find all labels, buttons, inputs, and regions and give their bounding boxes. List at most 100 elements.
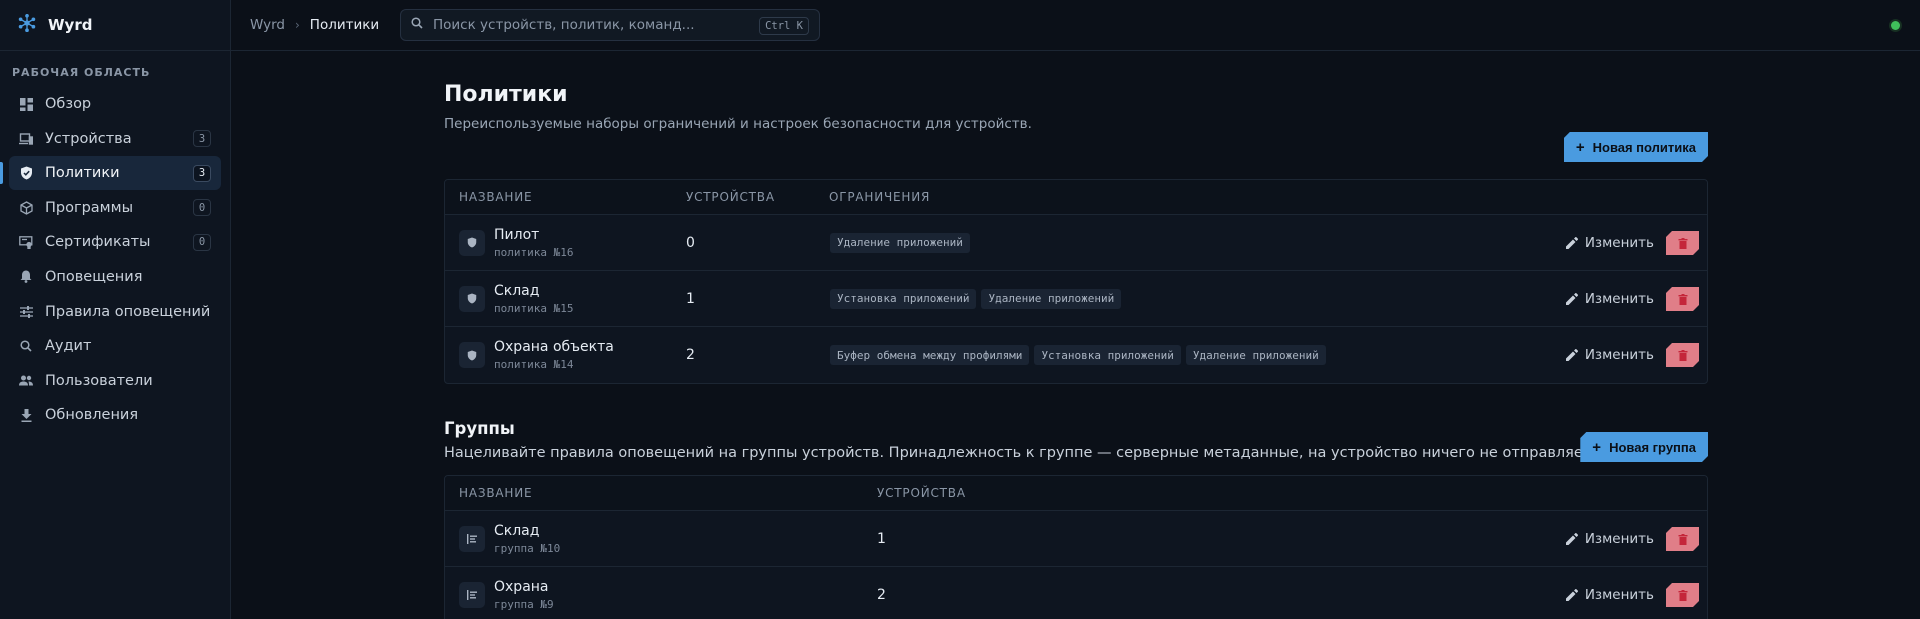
delete-button[interactable]	[1666, 583, 1699, 607]
bell-icon	[19, 270, 33, 284]
delete-button[interactable]	[1666, 527, 1699, 551]
group-device-count: 1	[877, 530, 886, 547]
sidebar-item-alerts[interactable]: Оповещения	[9, 260, 221, 294]
sidebar-nav: Обзор Устройства 3 Политики 3 Программы 0 Серти…	[0, 87, 230, 432]
sidebar-section-label: РАБОЧАЯ ОБЛАСТЬ	[12, 66, 151, 79]
search-box[interactable]: Ctrl K	[400, 9, 820, 41]
edit-button[interactable]: Изменить	[1565, 235, 1654, 251]
new-group-button[interactable]: + Новая группа	[1580, 432, 1708, 462]
delete-button[interactable]	[1666, 343, 1699, 367]
brand[interactable]: Wyrd	[0, 0, 230, 51]
sidebar-item-audit[interactable]: Аудит	[9, 329, 221, 363]
policies-table-header: НАЗВАНИЕ УСТРОЙСТВА ОГРАНИЧЕНИЯ	[445, 180, 1707, 215]
policy-id: политика №14	[494, 358, 574, 371]
row-actions: Изменить	[1565, 527, 1699, 551]
download-icon	[19, 408, 33, 422]
group-id: группа №9	[494, 598, 554, 611]
sidebar-item-label: Устройства	[45, 130, 132, 147]
edit-label: Изменить	[1584, 347, 1654, 363]
table-row[interactable]: Склад политика №15 1 Установка приложений Уд…	[445, 271, 1707, 327]
sidebar-item-users[interactable]: Пользователи	[9, 364, 221, 398]
column-header-name: НАЗВАНИЕ	[459, 486, 533, 500]
table-row[interactable]: Охрана группа №9 2 Изменить	[445, 567, 1707, 619]
new-group-label: Новая группа	[1609, 439, 1696, 455]
main-content: Политики Переиспользуемые наборы огранич…	[444, 51, 1708, 619]
trash-icon	[1678, 590, 1688, 601]
group-name[interactable]: Охрана	[494, 579, 554, 595]
app-name: Wyrd	[48, 16, 93, 34]
pencil-icon	[1565, 589, 1578, 601]
new-policy-button[interactable]: + Новая политика	[1564, 132, 1708, 162]
sidebar-item-alert-rules[interactable]: Правила оповещений	[9, 295, 221, 329]
delete-button[interactable]	[1666, 231, 1699, 255]
sidebar-item-updates[interactable]: Обновления	[9, 398, 221, 432]
sidebar-item-label: Обзор	[45, 96, 92, 112]
shield-icon	[459, 342, 485, 368]
sidebar: Wyrd РАБОЧАЯ ОБЛАСТЬ Обзор Устройства 3 Пол…	[0, 0, 231, 619]
table-row[interactable]: Охрана объекта политика №14 2 Буфер обмена …	[445, 327, 1707, 383]
edit-button[interactable]: Изменить	[1565, 587, 1654, 603]
policies-table: НАЗВАНИЕ УСТРОЙСТВА ОГРАНИЧЕНИЯ Пилот пол…	[444, 179, 1708, 384]
trash-icon	[1678, 534, 1688, 545]
sidebar-item-count: 0	[193, 233, 211, 251]
edit-button[interactable]: Изменить	[1565, 291, 1654, 307]
edit-label: Изменить	[1584, 235, 1654, 251]
breadcrumb: Wyrd › Политики	[250, 17, 379, 33]
trash-icon	[1678, 238, 1688, 249]
column-header-name: НАЗВАНИЕ	[459, 190, 533, 204]
restriction-chip: Удаление приложений	[981, 288, 1122, 309]
sidebar-item-label: Сертификаты	[45, 234, 151, 251]
page-title: Политики	[444, 82, 568, 107]
sliders-icon	[19, 305, 33, 319]
breadcrumb-root[interactable]: Wyrd	[250, 17, 285, 33]
restriction-chip: Установка приложений	[830, 288, 977, 309]
edit-button[interactable]: Изменить	[1565, 531, 1654, 547]
search-shortcut: Ctrl K	[759, 17, 809, 35]
sidebar-item-programs[interactable]: Программы 0	[9, 191, 221, 225]
edit-label: Изменить	[1584, 587, 1654, 603]
edit-button[interactable]: Изменить	[1565, 347, 1654, 363]
sidebar-item-policies[interactable]: Политики 3	[0, 156, 221, 191]
devices-icon	[19, 132, 33, 146]
certificate-icon	[19, 235, 33, 249]
delete-button[interactable]	[1666, 287, 1699, 311]
package-icon	[19, 201, 33, 215]
sidebar-item-label: Правила оповещений	[45, 303, 211, 320]
topbar: Wyrd › Политики Ctrl K	[231, 0, 1920, 51]
logo-icon	[18, 13, 36, 36]
trash-icon	[1678, 350, 1688, 361]
policies-header: Политики Переиспользуемые наборы огранич…	[444, 82, 1708, 179]
policy-name[interactable]: Пилот	[494, 227, 573, 243]
pencil-icon	[1565, 533, 1578, 545]
restriction-list: Удаление приложений	[830, 232, 970, 253]
column-header-devices: УСТРОЙСТВА	[686, 190, 775, 204]
shield-icon	[19, 166, 33, 180]
plus-icon: +	[1592, 438, 1602, 456]
sidebar-item-devices[interactable]: Устройства 3	[9, 122, 221, 156]
search-icon	[19, 339, 33, 353]
restriction-chip: Удаление приложений	[830, 232, 970, 253]
row-actions: Изменить	[1565, 583, 1699, 607]
policy-name[interactable]: Охрана объекта	[494, 339, 614, 355]
policy-name[interactable]: Склад	[494, 283, 573, 299]
group-device-count: 2	[877, 587, 886, 603]
sidebar-item-certificates[interactable]: Сертификаты 0	[9, 225, 221, 259]
list-icon	[459, 525, 485, 552]
group-name[interactable]: Склад	[494, 523, 560, 539]
search-input[interactable]	[433, 17, 753, 33]
table-row[interactable]: Склад группа №10 1 Изменить	[445, 511, 1707, 567]
status-indicator	[1891, 21, 1900, 30]
sidebar-item-overview[interactable]: Обзор	[9, 87, 221, 121]
policy-name-cell: Склад политика №15	[445, 283, 686, 315]
sidebar-item-label: Политики	[45, 165, 120, 182]
table-row[interactable]: Пилот политика №16 0 Удаление приложений Изм…	[445, 215, 1707, 271]
edit-label: Изменить	[1584, 531, 1654, 547]
search-icon	[411, 17, 423, 33]
shield-icon	[459, 229, 485, 256]
dashboard-icon	[19, 97, 33, 111]
users-icon	[19, 374, 33, 388]
sidebar-item-label: Оповещения	[45, 268, 143, 285]
pencil-icon	[1565, 349, 1578, 361]
groups-title: Группы	[444, 419, 515, 438]
restriction-list: Установка приложений Удаление приложений	[830, 288, 1122, 309]
